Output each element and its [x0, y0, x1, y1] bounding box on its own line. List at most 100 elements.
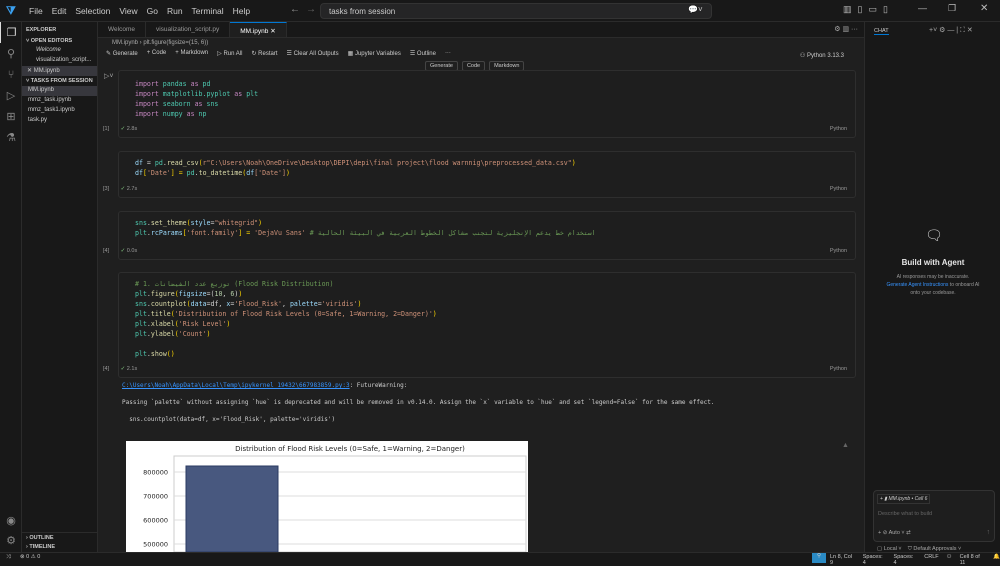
forward-arrow-icon[interactable]: → [306, 4, 316, 15]
code-cell[interactable]: sns.set_theme(style="whitegrid") plt.rcPa… [103, 211, 856, 260]
success-check-icon: ✓ [120, 366, 126, 372]
mode-select[interactable]: Auto [889, 530, 900, 536]
chat-actions[interactable]: +˅ ⚙ — | ⛶ ✕ [929, 26, 973, 35]
code-line: # 1. توزيع عدد الفيضانات (Flood Risk Dis… [135, 279, 437, 289]
tab-welcome[interactable]: Welcome [98, 22, 146, 37]
cursor-position[interactable]: Ln 8, Col 9 [830, 554, 855, 566]
remote-icon[interactable]: ⤨ [6, 554, 10, 561]
menu-go[interactable]: Go [147, 6, 158, 16]
source-control-icon[interactable]: ⑂ [0, 64, 22, 85]
copilot-icon[interactable]: ⚇ [947, 554, 952, 566]
menu-view[interactable]: View [119, 6, 137, 16]
run-cell-icon[interactable]: ▷˅ [104, 72, 113, 80]
toolbar-generate-button[interactable]: ✎ Generate [106, 50, 138, 59]
open-editor-visualization[interactable]: visualization_script... [22, 56, 97, 66]
close-icon[interactable]: ✕ [270, 28, 275, 35]
cell-language[interactable]: Python [830, 366, 847, 372]
warning-label: : FutureWarning: [349, 382, 408, 389]
context-chip[interactable]: + ▮ MM.ipynb • Cell 6 [877, 494, 931, 504]
close-window-button[interactable]: ✕ [980, 3, 988, 14]
indentation-2[interactable]: Spaces: 4 [894, 554, 917, 566]
code-token: 'DejaVu Sans' [254, 229, 306, 237]
toolbar-clear-all-outputs-button[interactable]: ☰ Clear All Outputs [287, 50, 339, 59]
traceback-link[interactable]: C:\Users\Noah\AppData\Local\Temp\ipykern… [122, 382, 350, 389]
cell-position[interactable]: Cell 8 of 11 [960, 554, 986, 566]
explorer-icon[interactable]: ❐ [0, 22, 22, 43]
code-token: ) [571, 159, 576, 167]
tab-visualization-script[interactable]: visualization_script.py [146, 22, 231, 37]
kernel-picker[interactable]: ⚇ Python 3.13.3 [800, 52, 844, 59]
code-token: plt [246, 90, 259, 98]
menu-edit[interactable]: Edit [52, 6, 67, 16]
code-token: df [135, 169, 143, 177]
toolbar-restart-button[interactable]: ↻ Restart [251, 50, 277, 59]
open-editor-mm[interactable]: ✕ MM.ipynb [22, 66, 97, 76]
cell-code[interactable]: import pandas as pd import matplotlib.pyp… [135, 79, 258, 119]
open-editor-welcome[interactable]: Welcome [22, 46, 97, 56]
line-ending[interactable]: CRLF [924, 554, 938, 566]
send-icon[interactable]: ↑ [987, 529, 991, 536]
cell-language[interactable]: Python [830, 248, 847, 254]
close-icon[interactable]: ✕ [27, 68, 34, 74]
breadcrumb-symbol[interactable]: plt.figure(figsize=(15, 6)) [143, 40, 208, 46]
cell-language[interactable]: Python [830, 126, 847, 132]
gear-icon[interactable]: ⚙ [0, 530, 22, 551]
back-arrow-icon[interactable]: ← [290, 4, 300, 15]
restore-button[interactable]: ❐ [948, 3, 956, 14]
tasks-header[interactable]: ˅ TASKS FROM SESSION [22, 76, 97, 86]
file-mmz-task1[interactable]: mmz_task1.ipynb [22, 106, 97, 116]
menu-help[interactable]: Help [233, 6, 250, 16]
chat-input-tools[interactable]: + ⊘ Auto ˅ ⇄ [878, 530, 911, 536]
notifications-icon[interactable]: 🔔 [993, 554, 1000, 566]
scroll-up-icon[interactable]: ▲ [842, 442, 849, 449]
editor-actions[interactable]: ⚙ ▥ ··· [834, 25, 858, 33]
more-icon[interactable]: ··· [445, 50, 451, 59]
code-cell[interactable]: df = pd.read_csv(r"C:\Users\Noah\OneDriv… [103, 151, 856, 198]
chat-input-box[interactable]: + ▮ MM.ipynb • Cell 6 Describe what to b… [873, 490, 995, 542]
code-line: df['Date'] = pd.to_datetime(df['Date']) [135, 168, 576, 178]
code-token: plt [135, 320, 147, 328]
open-editors-header[interactable]: ˅ OPEN EDITORS [22, 36, 97, 46]
code-token: sns [135, 219, 147, 227]
problems-indicator[interactable]: ⊗ 0 ⚠ 0 [20, 554, 40, 560]
chat-icon[interactable]: 💬˅ [688, 5, 703, 14]
agent-instructions-link[interactable]: Generate Agent Instructions [886, 282, 948, 288]
timeline-section[interactable]: › TIMELINE [22, 542, 59, 552]
indentation[interactable]: Spaces: 4 [863, 554, 886, 566]
menu-terminal[interactable]: Terminal [192, 6, 224, 16]
code-token: to_datetime [198, 169, 243, 177]
code-token: r"C:\Users\Noah\OneDrive\Desktop\DEPI\de… [202, 159, 572, 167]
extensions-icon[interactable]: ⊞ [0, 106, 22, 127]
menu-run[interactable]: Run [167, 6, 183, 16]
chat-input[interactable]: Describe what to build [878, 511, 932, 517]
cell-code[interactable]: # 1. توزيع عدد الفيضانات (Flood Risk Dis… [135, 279, 437, 359]
tab-mm-ipynb[interactable]: MM.ipynb ✕ [230, 22, 287, 37]
toolbar-jupyter-variables-button[interactable]: ▦ Jupyter Variables [348, 50, 401, 59]
code-token: sns [206, 100, 219, 108]
command-center-search[interactable]: tasks from session [320, 3, 712, 19]
code-token: import [135, 100, 163, 108]
cell-language[interactable]: Python [830, 186, 847, 192]
testing-icon[interactable]: ⚗ [0, 127, 22, 148]
file-mmz-task[interactable]: mmz_task.ipynb [22, 96, 97, 106]
toolbar-code-button[interactable]: + Code [147, 50, 167, 59]
layout-icons[interactable]: ▥▯▭▯ [843, 4, 894, 15]
cell-code[interactable]: sns.set_theme(style="whitegrid") plt.rcPa… [135, 218, 596, 238]
menu-file[interactable]: File [29, 6, 43, 16]
menu-selection[interactable]: Selection [75, 6, 110, 16]
file-task-py[interactable]: task.py [22, 116, 97, 126]
file-mm-ipynb[interactable]: MM.ipynb [22, 86, 97, 96]
outline-section[interactable]: › OUTLINE [22, 532, 98, 542]
account-icon[interactable]: ◉ [0, 510, 22, 531]
toolbar-outline-button[interactable]: ☰ Outline [410, 50, 436, 59]
code-cell[interactable]: import pandas as pd import matplotlib.pyp… [103, 70, 856, 138]
code-cell[interactable]: # 1. توزيع عدد الفيضانات (Flood Risk Dis… [103, 272, 856, 378]
cell-code[interactable]: df = pd.read_csv(r"C:\Users\Noah\OneDriv… [135, 158, 576, 178]
run-debug-icon[interactable]: ▷ [0, 85, 22, 106]
breadcrumb-file[interactable]: MM.ipynb [112, 40, 138, 46]
code-token: show [150, 350, 167, 358]
minimize-button[interactable]: — [918, 3, 927, 13]
toolbar-markdown-button[interactable]: + Markdown [175, 50, 208, 59]
toolbar-run-all-button[interactable]: ▷ Run All [217, 50, 242, 59]
search-icon[interactable]: ⚲ [0, 43, 22, 64]
